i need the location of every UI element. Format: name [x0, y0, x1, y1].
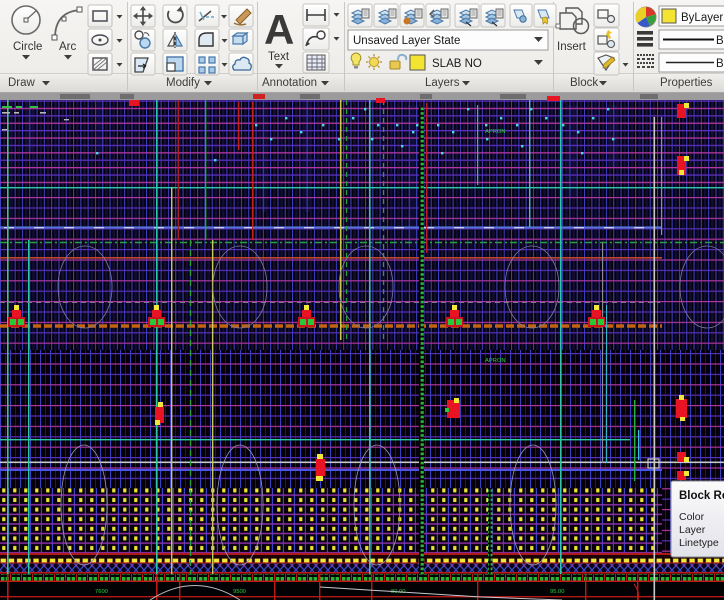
svg-text:APRON: APRON: [485, 129, 506, 135]
svg-text:Block Re: Block Re: [679, 490, 724, 502]
svg-text:A: A: [264, 6, 294, 53]
svg-text:B: B: [716, 35, 724, 47]
svg-text:9500: 9500: [233, 589, 246, 595]
svg-text:B: B: [716, 58, 724, 70]
svg-text:Block: Block: [570, 77, 598, 89]
svg-text:Draw: Draw: [8, 77, 36, 89]
svg-text:Layers: Layers: [425, 77, 460, 89]
svg-text:Linetype: Linetype: [679, 537, 719, 549]
svg-text:Text: Text: [268, 51, 290, 63]
svg-text:APRON: APRON: [485, 358, 506, 364]
svg-text:7600: 7600: [95, 589, 108, 595]
svg-text:Color: Color: [679, 511, 705, 523]
svg-text:Modify: Modify: [166, 77, 200, 89]
svg-text:Properties: Properties: [660, 77, 713, 89]
svg-text:ByLayer: ByLayer: [681, 12, 723, 24]
svg-text:Circle: Circle: [13, 41, 42, 53]
svg-text:Layer: Layer: [679, 524, 706, 536]
svg-text:Arc: Arc: [59, 41, 77, 53]
svg-text:95.00: 95.00: [550, 589, 565, 595]
svg-text:Insert: Insert: [557, 41, 587, 53]
svg-text:SLAB NO: SLAB NO: [432, 58, 482, 70]
svg-text:Annotation: Annotation: [262, 77, 317, 89]
svg-text:Unsaved Layer State: Unsaved Layer State: [353, 35, 460, 47]
